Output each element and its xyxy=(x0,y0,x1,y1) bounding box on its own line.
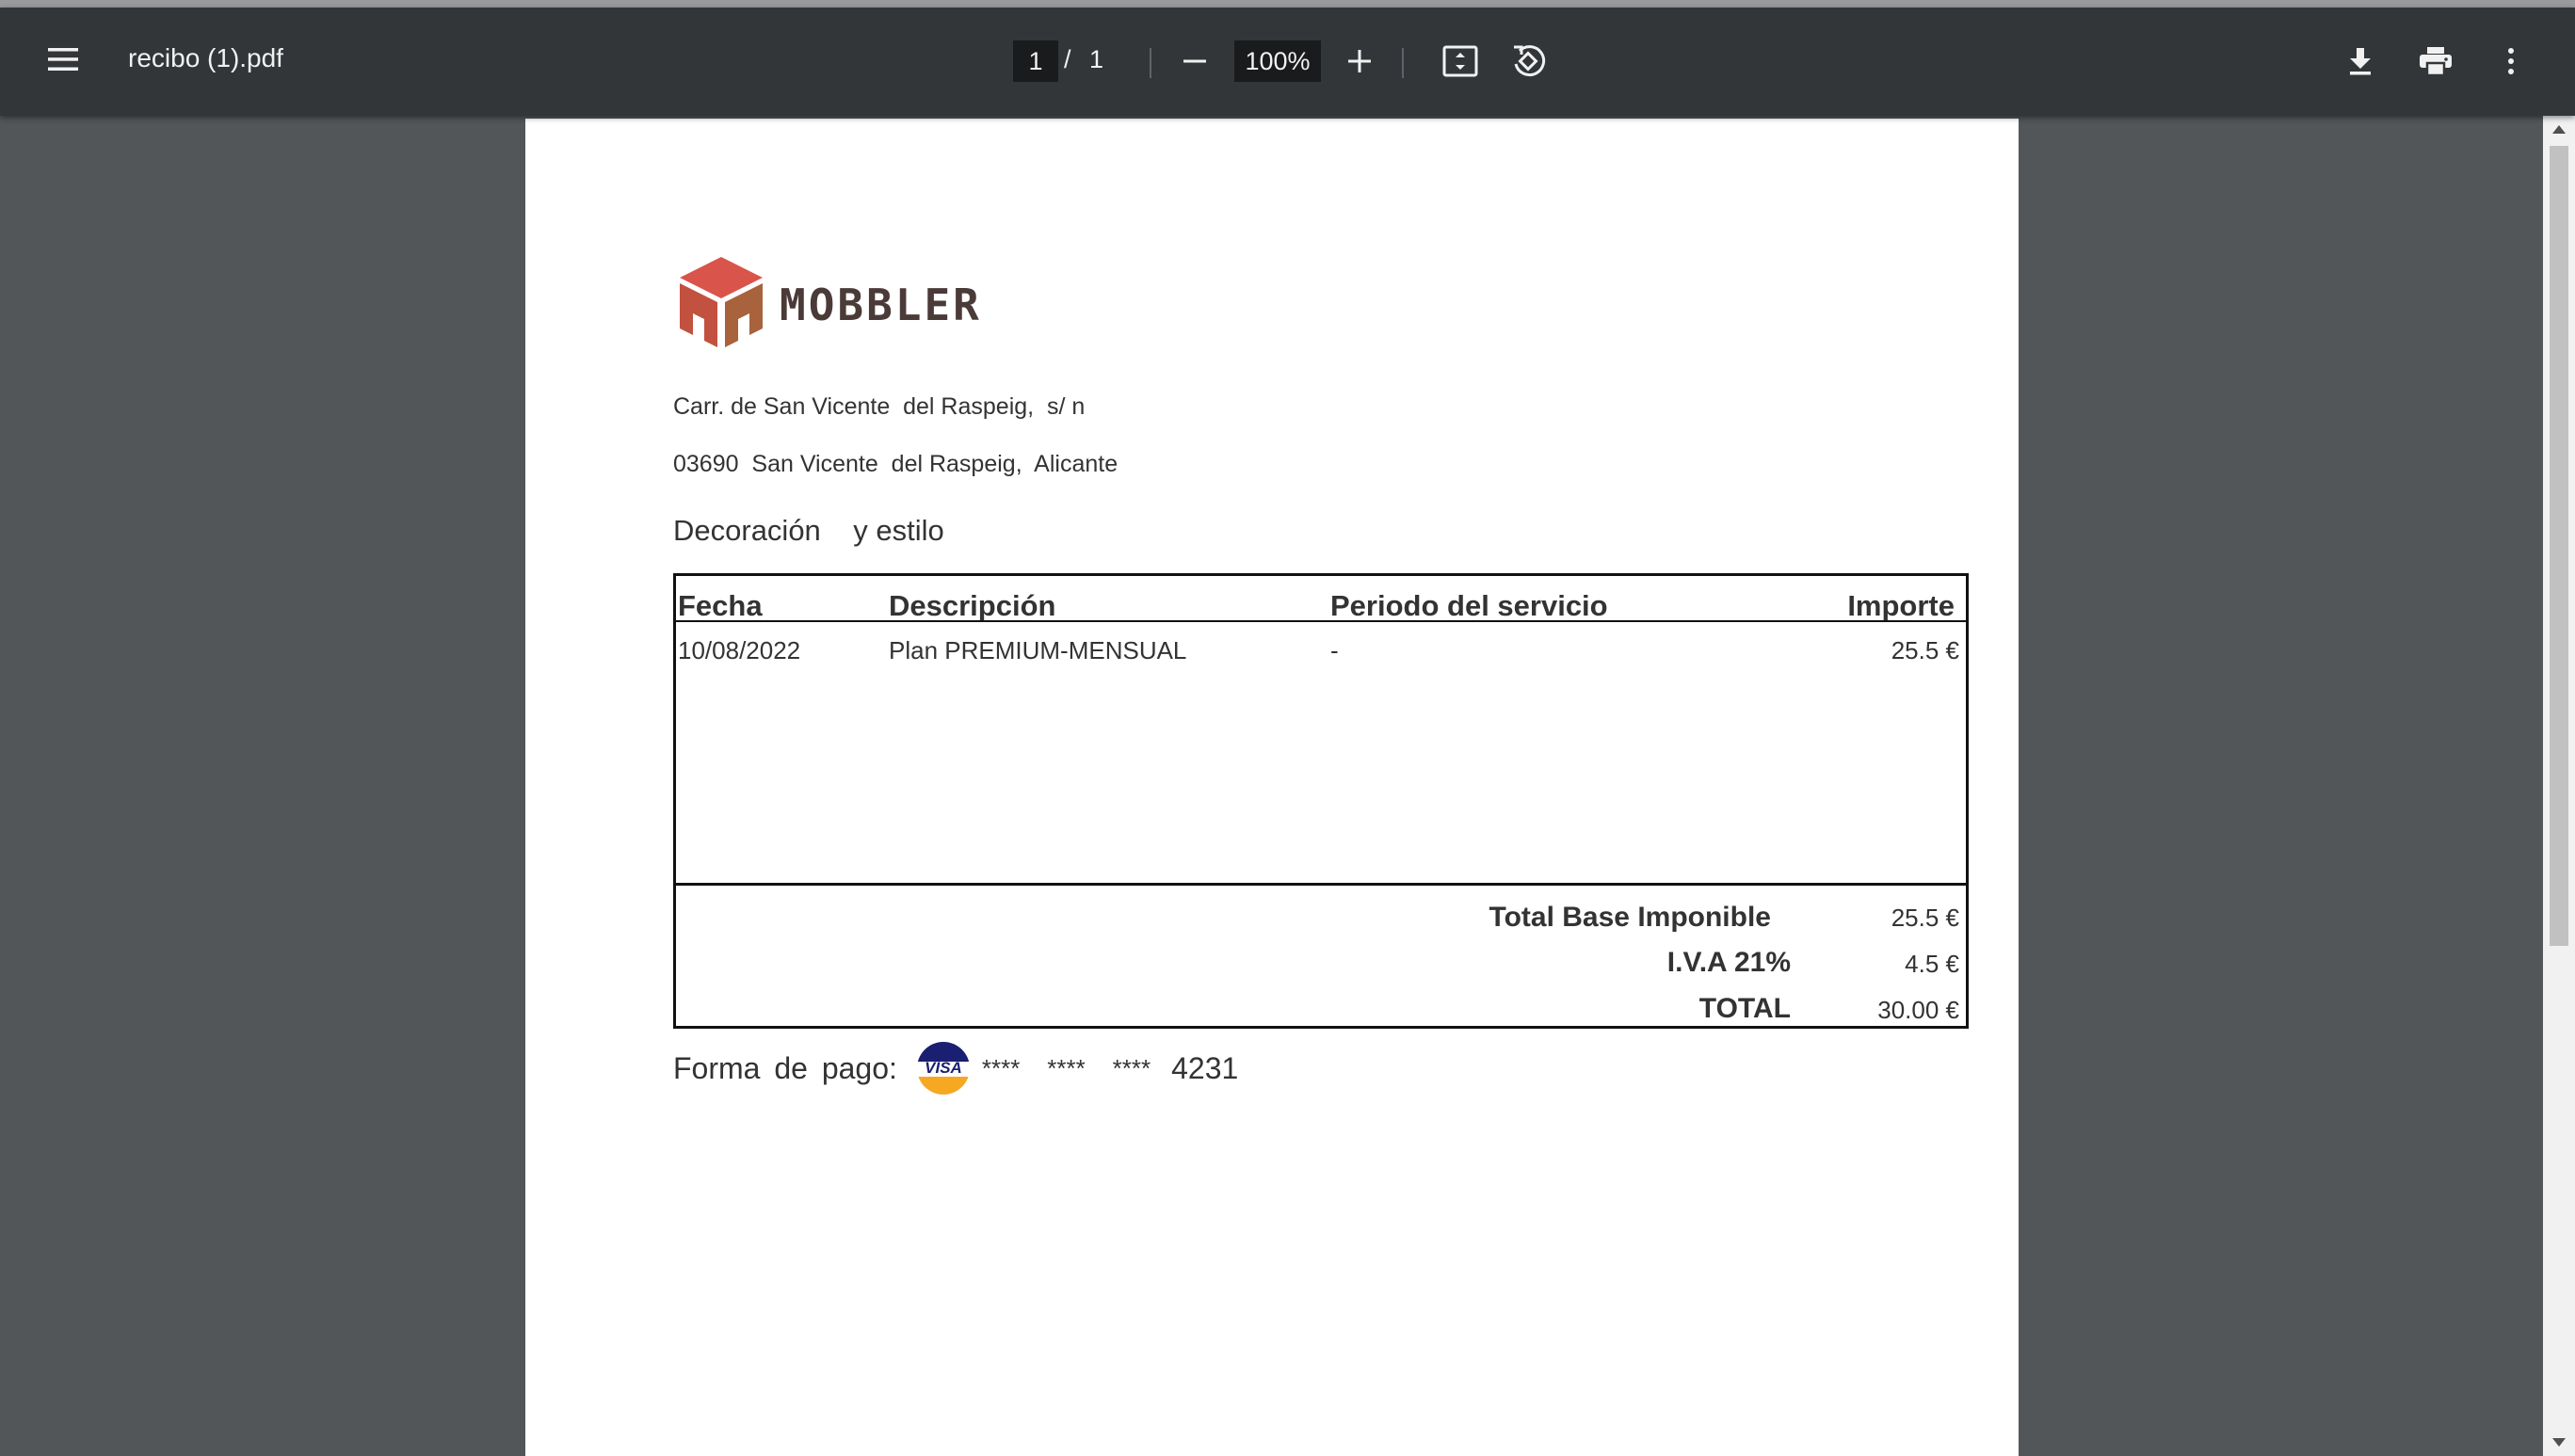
vertical-scrollbar[interactable] xyxy=(2543,116,2575,1456)
company-tagline: Decoración y estilo xyxy=(673,514,944,547)
vat-value: 4.5 € xyxy=(1905,950,1959,978)
toolbar-divider xyxy=(1150,48,1151,78)
invoice-table: Fecha Descripción Periodo del servicio I… xyxy=(673,573,1969,1029)
visa-card-icon: VISA xyxy=(916,1042,970,1095)
address-line-1: Carr. de San Vicente del Raspeig, s/ n xyxy=(673,393,1086,420)
rotate-button[interactable] xyxy=(1506,40,1550,83)
toolbar-divider xyxy=(1402,48,1404,78)
card-last-four: 4231 xyxy=(1171,1050,1239,1085)
company-logo-text: MOBBLER xyxy=(780,280,982,330)
more-vertical-icon xyxy=(2508,48,2514,74)
scroll-up-arrow-icon[interactable] xyxy=(2552,125,2566,134)
total-base-value: 25.5 € xyxy=(1891,904,1959,932)
header-date: Fecha xyxy=(678,589,763,622)
download-icon xyxy=(2350,48,2371,75)
zoom-level-input[interactable] xyxy=(1234,40,1321,82)
header-amount: Importe xyxy=(1847,589,1955,622)
window-top-border xyxy=(0,0,2575,8)
visa-card-brand: VISA xyxy=(925,1059,962,1077)
total-value: 30.00 € xyxy=(1877,996,1959,1024)
header-period: Periodo del servicio xyxy=(1330,589,1608,622)
address-line-2: 03690 San Vicente del Raspeig, Alicante xyxy=(673,451,1119,477)
totals-rule xyxy=(676,883,1966,886)
pdf-toolbar: recibo (1).pdf / 1 xyxy=(0,8,2575,116)
header-description: Descripción xyxy=(889,589,1056,622)
scroll-thumb[interactable] xyxy=(2550,146,2568,946)
total-base-label: Total Base Imponible xyxy=(1489,902,1772,933)
print-icon xyxy=(2420,47,2452,76)
row-period: - xyxy=(1330,636,1339,664)
scroll-down-arrow-icon[interactable] xyxy=(2552,1438,2566,1447)
row-description: Plan PREMIUM-MENSUAL xyxy=(889,636,1187,664)
zoom-out-button[interactable] xyxy=(1173,40,1216,83)
header-rule xyxy=(676,620,1966,622)
cube-logo-icon xyxy=(680,257,763,347)
fit-to-page-button[interactable] xyxy=(1439,40,1482,83)
page-number-input[interactable] xyxy=(1013,40,1058,82)
download-button[interactable] xyxy=(2339,40,2382,83)
fit-to-page-icon xyxy=(1442,45,1478,77)
file-title: recibo (1).pdf xyxy=(128,43,283,72)
vat-label: I.V.A 21% xyxy=(1666,947,1791,978)
plus-icon xyxy=(1348,50,1371,72)
hamburger-menu-icon xyxy=(48,48,78,71)
page-separator: / xyxy=(1064,45,1071,73)
card-mask: **** **** **** xyxy=(981,1053,1151,1082)
zoom-in-button[interactable] xyxy=(1338,40,1381,83)
menu-button[interactable] xyxy=(41,38,85,81)
print-button[interactable] xyxy=(2414,40,2457,83)
pdf-page: MOBBLER Carr. de San Vicente del Raspeig… xyxy=(525,119,2019,1456)
more-options-button[interactable] xyxy=(2489,40,2533,83)
total-pages: 1 xyxy=(1089,45,1104,73)
pdf-viewer-area[interactable]: MOBBLER Carr. de San Vicente del Raspeig… xyxy=(0,116,2575,1456)
payment-method: Forma de pago: VISA **** **** **** 4231 xyxy=(673,1039,1238,1097)
total-label: TOTAL xyxy=(1698,993,1791,1024)
row-amount: 25.5 € xyxy=(1891,636,1959,664)
minus-icon xyxy=(1183,59,1206,63)
rotate-counterclockwise-icon xyxy=(1514,45,1546,77)
payment-label: Forma de pago: xyxy=(673,1050,897,1085)
row-date: 10/08/2022 xyxy=(678,636,801,664)
company-logo: MOBBLER xyxy=(676,255,1015,349)
